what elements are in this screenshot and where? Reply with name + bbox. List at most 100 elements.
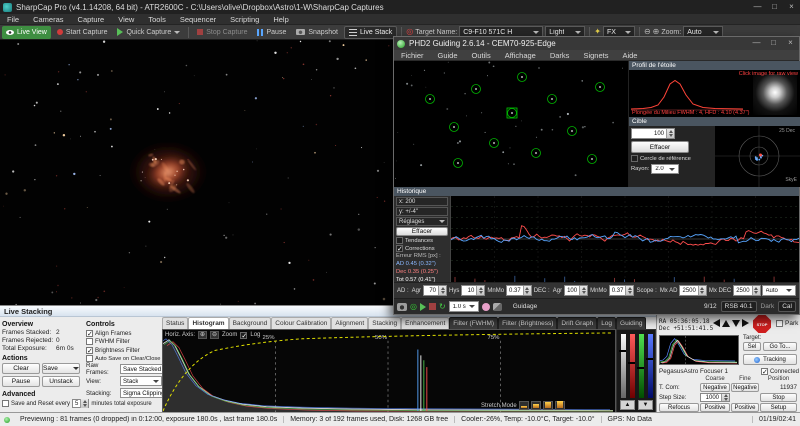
camera-icon[interactable] (397, 302, 407, 311)
menu-capture[interactable]: Capture (71, 14, 112, 25)
save-reset-spinner[interactable]: 5 (72, 399, 90, 408)
tab-histogram[interactable]: Histogram (188, 317, 229, 329)
luminance-slider[interactable] (619, 334, 626, 398)
goto-button[interactable]: Go To... (763, 342, 797, 351)
tracking-button[interactable]: Tracking (743, 354, 797, 365)
stretch-down-button[interactable]: ▼ (638, 400, 653, 410)
star-select-icon[interactable]: ◎ (410, 302, 417, 311)
target-clear-button[interactable]: Effacer (631, 141, 689, 153)
close-icon[interactable]: × (783, 1, 800, 14)
spinner-arrows-icon[interactable] (80, 399, 89, 408)
coarse-positive-button[interactable]: Positive (700, 403, 730, 412)
red-slider[interactable] (628, 334, 635, 398)
mx-ra-spinner[interactable]: 2500 (679, 285, 707, 296)
checkbox-brightness-filter[interactable]: Brightness Filter (86, 346, 162, 355)
dec-agr-spinner[interactable]: 100 (564, 285, 589, 296)
menu-sequencer[interactable]: Sequencer (173, 14, 223, 25)
phd2-menu-aide[interactable]: Aide (615, 50, 644, 61)
park-checkbox[interactable] (776, 320, 783, 327)
guide-star-thumbnail[interactable] (753, 74, 797, 115)
trends-checkbox[interactable]: Tendances (396, 237, 448, 244)
sel-button[interactable]: Sel (743, 342, 761, 351)
menu-file[interactable]: File (0, 14, 26, 25)
zoom-in-icon[interactable]: ⊕ (653, 28, 660, 36)
phd2-menu-fichier[interactable]: Fichier (394, 50, 431, 61)
stretch-mode-button[interactable] (542, 401, 553, 410)
slew-down-icon[interactable] (732, 319, 740, 327)
maximize-icon[interactable]: □ (765, 37, 782, 50)
tab-background[interactable]: Background (228, 317, 272, 329)
tab-enhancement[interactable]: Enhancement (401, 317, 450, 329)
menu-cameras[interactable]: Cameras (26, 14, 70, 25)
spinner-arrows-icon[interactable] (438, 286, 447, 295)
slider-handle[interactable] (628, 362, 635, 364)
exposure-combo[interactable]: 1.0 s (448, 301, 479, 312)
minimize-icon[interactable]: — (748, 37, 765, 50)
spinner-arrows-icon[interactable] (522, 286, 531, 295)
stretch-up-button[interactable]: ▲ (620, 400, 635, 410)
combo-view[interactable]: Stack (120, 376, 162, 386)
tab-log[interactable]: Log (597, 317, 617, 329)
refocus-button[interactable]: Refocus (659, 403, 699, 412)
tab-colour-calibration[interactable]: Colour Calibration (271, 317, 332, 329)
action-save-button[interactable]: Save (42, 363, 80, 374)
phd2-menu-outils[interactable]: Outils (465, 50, 498, 61)
start-capture-button[interactable]: Start Capture (53, 26, 112, 39)
tab-status[interactable]: Status (162, 317, 189, 329)
step-size-spinner[interactable]: 1000 (700, 393, 730, 402)
target-zoom-spinner[interactable]: 100 (631, 128, 675, 139)
tab-filter-fwhm[interactable]: Filter (FWHM) (449, 317, 499, 329)
zoom-out-icon[interactable]: ⊖ (644, 28, 651, 36)
guide-stop-icon[interactable] (428, 303, 436, 310)
spinner-arrows-icon[interactable] (721, 394, 729, 401)
wrench-icon[interactable] (492, 302, 502, 311)
ra-hys-spinner[interactable]: 10 (461, 285, 486, 296)
menu-help[interactable]: Help (266, 14, 295, 25)
zoom-in-icon[interactable]: ⊕ (198, 331, 208, 339)
menu-view[interactable]: View (111, 14, 141, 25)
corrections-checkbox[interactable]: Corrections (396, 245, 448, 253)
settings-combo[interactable]: Réglages (396, 217, 448, 226)
stop-capture-button[interactable]: Stop Capture (193, 26, 251, 39)
slider-handle[interactable] (646, 358, 653, 360)
slew-left-icon[interactable] (713, 319, 720, 327)
tab-alignment[interactable]: Alignment (331, 317, 369, 329)
stretch-mode-button[interactable] (518, 401, 529, 410)
tab-drift-graph[interactable]: Drift Graph (557, 317, 598, 329)
focuser-stop-button[interactable]: Stop (760, 393, 797, 402)
tab-filter-brightness[interactable]: Filter (Brightness) (498, 317, 558, 329)
loop-icon[interactable]: ↻ (439, 302, 446, 311)
spinner-arrows-icon[interactable] (666, 129, 674, 138)
connected-checkbox[interactable] (760, 368, 768, 376)
action-pause-button[interactable]: Pause (2, 376, 40, 387)
coarse-negative-button[interactable]: Negative (700, 383, 730, 392)
spinner-arrows-icon[interactable] (751, 286, 760, 295)
action-clear-button[interactable]: Clear (2, 363, 40, 374)
phd2-menu-guide[interactable]: Guide (431, 50, 465, 61)
ra-agr-spinner[interactable]: 70 (423, 285, 448, 296)
tab-stacking[interactable]: Stacking (368, 317, 402, 329)
checkbox-align-frames[interactable]: Align Frames (86, 329, 162, 338)
slider-handle[interactable] (619, 350, 626, 352)
phd2-guide-camera-view[interactable] (394, 61, 628, 187)
mount-stop-button[interactable]: STOP (753, 315, 771, 333)
snapshot-button[interactable]: Snapshot (292, 26, 342, 39)
close-icon[interactable]: × (782, 37, 799, 50)
tab-guiding[interactable]: Guiding (616, 317, 647, 329)
spinner-arrows-icon[interactable] (625, 286, 634, 295)
stretch-mode-button[interactable] (530, 401, 541, 410)
dec-mnmo-spinner[interactable]: 0.37 (608, 285, 635, 296)
y-scale-box[interactable]: y: +/-4" (396, 207, 448, 216)
slew-up-icon[interactable] (722, 319, 730, 327)
log-checkbox[interactable] (240, 331, 248, 340)
quick-capture-button[interactable]: Quick Capture (113, 26, 184, 39)
menu-tools[interactable]: Tools (141, 14, 173, 25)
x-scale-box[interactable]: x: 200 (396, 197, 448, 206)
mx-dec-spinner[interactable]: 2500 (733, 285, 761, 296)
action-unstack-button[interactable]: Unstack (42, 376, 80, 387)
menu-scripting[interactable]: Scripting (223, 14, 266, 25)
phd2-menu-darks[interactable]: Darks (543, 50, 577, 61)
reference-circle-checkbox[interactable]: Cercle de référence (631, 155, 713, 162)
live-stack-button[interactable]: Live Stack (343, 25, 398, 39)
stretch-mode-button[interactable] (554, 401, 565, 410)
